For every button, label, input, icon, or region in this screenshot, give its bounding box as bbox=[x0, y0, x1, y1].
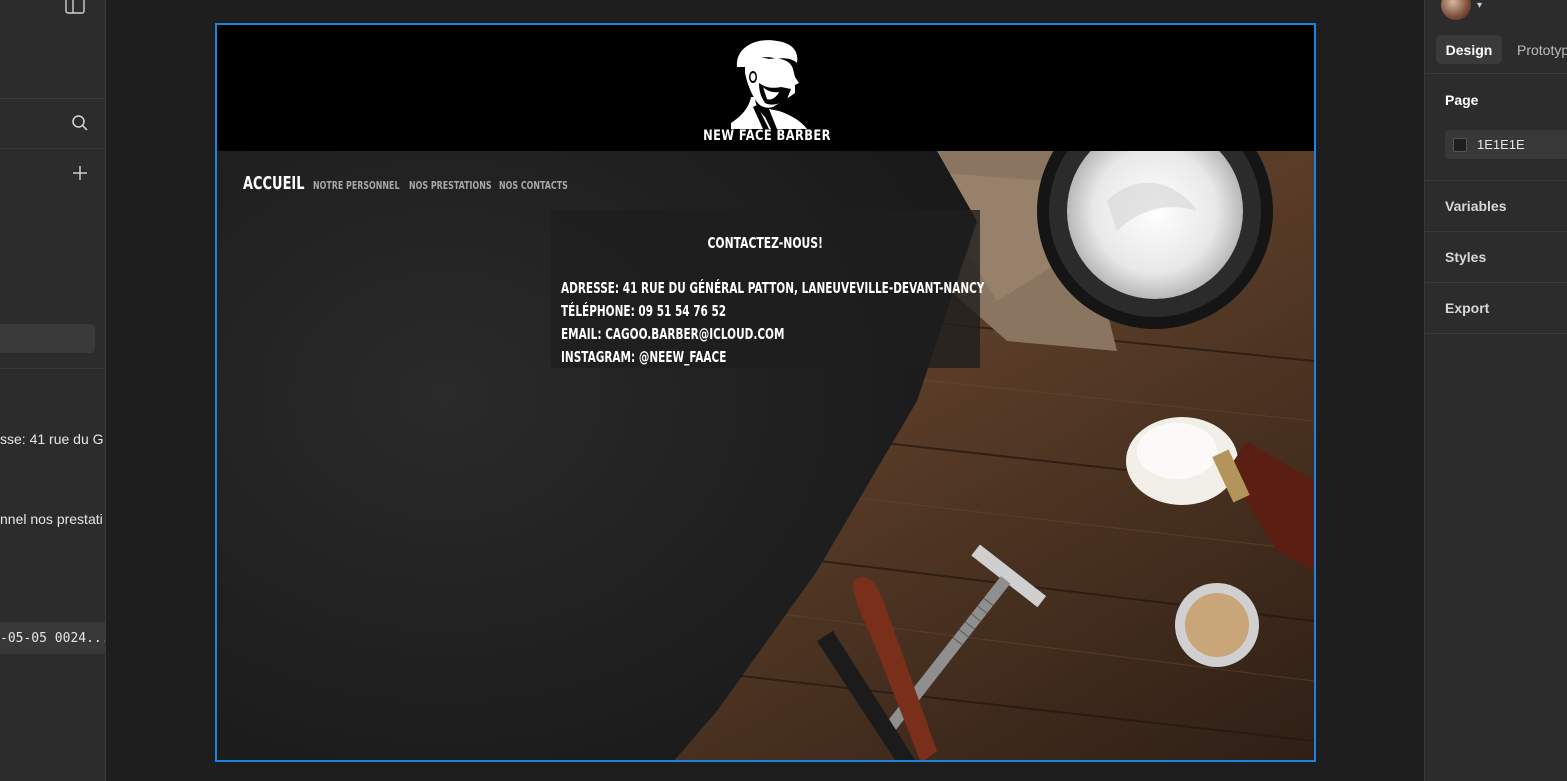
section-styles[interactable]: Styles bbox=[1445, 249, 1486, 265]
sidebar-toggle-icon[interactable] bbox=[64, 0, 86, 16]
layer-item-address[interactable]: sse: 41 rue du G bbox=[0, 431, 104, 447]
layers-panel: sse: 41 rue du G nnel nos prestati -05-0… bbox=[0, 0, 106, 781]
nav-accueil[interactable]: ACCUEIL bbox=[243, 173, 305, 194]
brand-name: NEW FACE BARBER bbox=[703, 128, 831, 144]
contact-card: CONTACTEZ-NOUS! ADRESSE: 41 RUE DU GÉNÉR… bbox=[551, 210, 984, 368]
section-export[interactable]: Export bbox=[1445, 300, 1489, 316]
section-variables[interactable]: Variables bbox=[1445, 198, 1507, 214]
layer-timestamp-label: -05-05 0024... bbox=[0, 630, 106, 646]
design-canvas[interactable]: NEW FACE BARBER ACCUEIL NOTRE PERSONNEL … bbox=[107, 0, 1424, 781]
contact-address: ADRESSE: 41 RUE DU GÉNÉRAL PATTON, LANEU… bbox=[561, 279, 985, 297]
nav-nos-prestations[interactable]: NOS PRESTATIONS bbox=[409, 179, 492, 192]
page-heading: Page bbox=[1445, 92, 1479, 108]
selected-frame[interactable]: NEW FACE BARBER ACCUEIL NOTRE PERSONNEL … bbox=[215, 23, 1316, 762]
page-color-field[interactable]: 1E1E1E bbox=[1445, 130, 1567, 159]
site-header: NEW FACE BARBER bbox=[217, 25, 1314, 151]
tab-prototype[interactable]: Prototyp bbox=[1517, 35, 1567, 64]
properties-panel: ▾ Design Prototyp Page 1E1E1E Variables … bbox=[1424, 0, 1567, 781]
nav-notre-personnel[interactable]: NOTRE PERSONNEL bbox=[313, 179, 400, 192]
contact-title-text: CONTACTEZ-NOUS! bbox=[707, 234, 824, 252]
contact-title: CONTACTEZ-NOUS! bbox=[551, 234, 980, 252]
contact-phone: TÉLÉPHONE: 09 51 54 76 52 bbox=[561, 302, 727, 320]
page-color-value[interactable]: 1E1E1E bbox=[1477, 137, 1525, 152]
avatar[interactable] bbox=[1441, 0, 1471, 20]
layer-item-nav[interactable]: nnel nos prestati bbox=[0, 511, 103, 527]
contact-instagram: INSTAGRAM: @NEEW_FAACE bbox=[561, 348, 727, 366]
selected-page-item[interactable] bbox=[0, 324, 95, 353]
add-page-icon[interactable] bbox=[69, 162, 91, 184]
nav-nos-contacts[interactable]: NOS CONTACTS bbox=[499, 179, 568, 192]
layer-item-timestamp[interactable]: -05-05 0024... bbox=[0, 622, 106, 654]
hero-section: ACCUEIL NOTRE PERSONNEL NOS PRESTATIONS … bbox=[217, 151, 1314, 760]
contact-email: EMAIL: CAGOO.BARBER@ICLOUD.COM bbox=[561, 325, 785, 343]
page-color-swatch[interactable] bbox=[1453, 137, 1467, 152]
chevron-down-icon[interactable]: ▾ bbox=[1477, 0, 1482, 11]
site-nav: ACCUEIL NOTRE PERSONNEL NOS PRESTATIONS … bbox=[243, 173, 569, 194]
search-icon[interactable] bbox=[69, 112, 91, 134]
tab-design[interactable]: Design bbox=[1436, 35, 1502, 64]
